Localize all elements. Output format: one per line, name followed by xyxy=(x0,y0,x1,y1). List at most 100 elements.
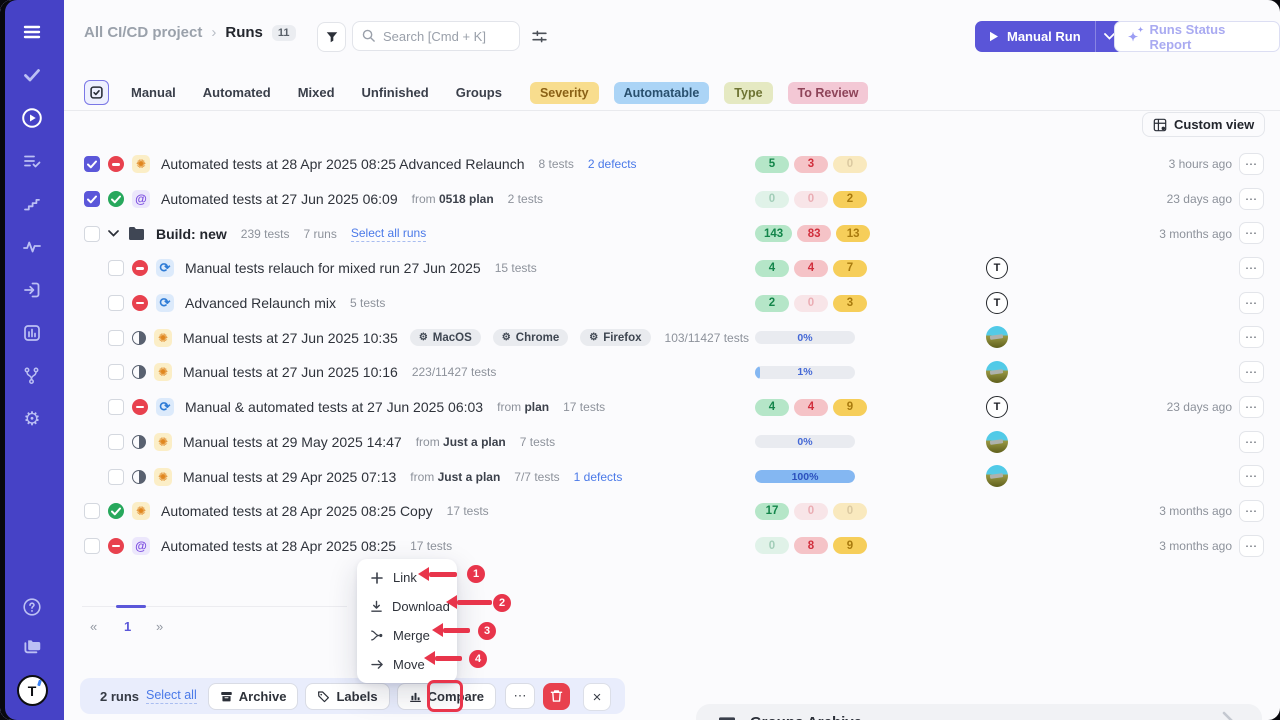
run-name[interactable]: Automated tests at 27 Jun 2025 06:09 xyxy=(161,191,398,207)
run-checkbox[interactable] xyxy=(108,364,124,380)
run-checkbox[interactable] xyxy=(84,226,100,242)
tab-automated[interactable]: Automated xyxy=(203,85,271,100)
table-row[interactable]: ✺Manual tests at 27 Jun 2025 10:16223/11… xyxy=(64,355,1280,390)
defects-link[interactable]: 2 defects xyxy=(588,157,637,171)
row-more-options-button[interactable]: ⋯ xyxy=(1239,431,1264,453)
table-row[interactable]: ✺Automated tests at 28 Apr 2025 08:25 Ad… xyxy=(64,147,1280,182)
row-more-options-button[interactable]: ⋯ xyxy=(1239,257,1264,279)
tab-unfinished[interactable]: Unfinished xyxy=(362,85,429,100)
runs-play-circle-icon[interactable] xyxy=(20,106,44,130)
run-name[interactable]: Automated tests at 28 Apr 2025 08:25 Cop… xyxy=(161,503,433,519)
groups-archive-panel[interactable]: Groups Archive xyxy=(696,704,1262,720)
run-checkbox[interactable] xyxy=(108,260,124,276)
delete-button[interactable] xyxy=(543,683,570,710)
run-name[interactable]: Manual tests at 29 Apr 2025 07:13 xyxy=(183,469,396,485)
row-more-options-button[interactable]: ⋯ xyxy=(1239,326,1264,348)
run-name[interactable]: Manual & automated tests at 27 Jun 2025 … xyxy=(185,399,483,415)
run-checkbox[interactable] xyxy=(84,538,100,554)
run-checkbox[interactable] xyxy=(108,469,124,485)
filter-pill-to-review[interactable]: To Review xyxy=(788,82,869,104)
runs-count-badge: 11 xyxy=(272,25,296,41)
run-name[interactable]: Build: new xyxy=(156,226,227,242)
run-main: ✺Automated tests at 28 Apr 2025 08:25 Ad… xyxy=(84,147,637,182)
tests-check-icon[interactable] xyxy=(20,63,44,87)
run-name[interactable]: Automated tests at 28 Apr 2025 08:25 xyxy=(161,538,396,554)
table-row[interactable]: ⟳Advanced Relaunch mix5 tests203T⋯ xyxy=(64,286,1280,321)
run-checkbox[interactable] xyxy=(84,503,100,519)
menu-item-download[interactable]: Download xyxy=(357,592,457,621)
run-checkbox[interactable] xyxy=(108,330,124,346)
row-more-options-button[interactable]: ⋯ xyxy=(1239,188,1264,210)
table-row[interactable]: ⟳Manual & automated tests at 27 Jun 2025… xyxy=(64,390,1280,425)
steps-icon[interactable] xyxy=(20,192,44,216)
failed-count-badge: 8 xyxy=(794,537,828,554)
table-row[interactable]: ✺Automated tests at 28 Apr 2025 08:25 Co… xyxy=(64,494,1280,529)
breadcrumb-project[interactable]: All CI/CD project xyxy=(84,24,202,41)
manual-run-button[interactable]: Manual Run xyxy=(975,21,1124,52)
app-logo[interactable]: T xyxy=(17,675,48,706)
table-row[interactable]: Build: new239 tests7 runsSelect all runs… xyxy=(64,216,1280,251)
menu-icon[interactable] xyxy=(20,20,44,44)
run-checkbox[interactable] xyxy=(108,295,124,311)
run-name[interactable]: Manual tests relauch for mixed run 27 Ju… xyxy=(185,260,481,276)
row-more-options-button[interactable]: ⋯ xyxy=(1239,465,1264,487)
chevron-down-icon[interactable] xyxy=(108,230,119,237)
search-settings-sliders-icon[interactable] xyxy=(531,28,548,50)
runs-status-report-button[interactable]: ✦✦ Runs Status Report xyxy=(1114,21,1280,52)
custom-view-button[interactable]: Custom view xyxy=(1142,112,1265,137)
row-more-options-button[interactable]: ⋯ xyxy=(1239,500,1264,522)
gear-icon: ⚙ xyxy=(589,332,598,343)
run-name[interactable]: Manual tests at 29 May 2025 14:47 xyxy=(183,434,402,450)
run-checkbox[interactable] xyxy=(84,191,100,207)
row-more-options-button[interactable]: ⋯ xyxy=(1239,361,1264,383)
chevron-right-icon[interactable] xyxy=(1222,711,1236,720)
run-checkbox[interactable] xyxy=(108,399,124,415)
run-name[interactable]: Manual tests at 27 Jun 2025 10:35 xyxy=(183,330,398,346)
analytics-chart-icon[interactable] xyxy=(20,321,44,345)
select-all-runs-link[interactable]: Select all runs xyxy=(351,226,426,242)
row-more-options-button[interactable]: ⋯ xyxy=(1239,153,1264,175)
menu-item-move[interactable]: Move xyxy=(357,650,457,679)
tab-manual[interactable]: Manual xyxy=(131,85,176,100)
close-action-bar-button[interactable]: × xyxy=(583,683,611,711)
row-more-options-button[interactable]: ⋯ xyxy=(1239,292,1264,314)
git-branch-icon[interactable] xyxy=(20,364,44,388)
table-row[interactable]: ⟳Manual tests relauch for mixed run 27 J… xyxy=(64,251,1280,286)
filter-pill-severity[interactable]: Severity xyxy=(530,82,599,104)
tab-mixed[interactable]: Mixed xyxy=(298,85,335,100)
run-name[interactable]: Advanced Relaunch mix xyxy=(185,295,336,311)
table-row[interactable]: ✺Manual tests at 27 Jun 2025 10:35⚙MacOS… xyxy=(64,320,1280,355)
import-sign-in-icon[interactable] xyxy=(20,278,44,302)
filter-pill-type[interactable]: Type xyxy=(724,82,772,104)
row-more-options-button[interactable]: ⋯ xyxy=(1239,396,1264,418)
run-name[interactable]: Manual tests at 27 Jun 2025 10:16 xyxy=(183,364,398,380)
help-icon[interactable] xyxy=(20,595,44,619)
labels-button[interactable]: Labels xyxy=(305,683,389,710)
run-checkbox[interactable] xyxy=(108,434,124,450)
run-checkbox[interactable] xyxy=(84,156,100,172)
filter-pill-automatable[interactable]: Automatable xyxy=(614,82,710,104)
previous-page-button[interactable]: « xyxy=(90,619,97,634)
projects-folders-icon[interactable] xyxy=(20,635,44,659)
search-input[interactable] xyxy=(352,21,520,51)
table-row[interactable]: ✺Manual tests at 29 May 2025 14:47from J… xyxy=(64,425,1280,460)
settings-gear-icon[interactable]: ⚙ xyxy=(20,407,44,431)
page-number[interactable]: 1 xyxy=(124,619,131,634)
activity-pulse-icon[interactable] xyxy=(20,235,44,259)
table-row[interactable]: @Automated tests at 27 Jun 2025 06:09fro… xyxy=(64,182,1280,217)
defects-link[interactable]: 1 defects xyxy=(574,470,623,484)
table-row[interactable]: ✺Manual tests at 29 Apr 2025 07:13from J… xyxy=(64,459,1280,494)
archive-button[interactable]: Archive xyxy=(208,683,299,710)
next-page-button[interactable]: » xyxy=(156,619,163,634)
tab-groups[interactable]: Groups xyxy=(456,85,502,100)
run-name[interactable]: Automated tests at 28 Apr 2025 08:25 Adv… xyxy=(161,156,524,172)
table-row[interactable]: @Automated tests at 28 Apr 2025 08:2517 … xyxy=(64,529,1280,564)
select-all-link[interactable]: Select all xyxy=(146,688,197,704)
select-all-toggle-button[interactable] xyxy=(84,80,109,105)
more-actions-button[interactable]: ⋯ xyxy=(505,683,535,709)
filter-funnel-button[interactable] xyxy=(317,22,346,52)
menu-item-link[interactable]: Link xyxy=(357,563,457,592)
plans-list-check-icon[interactable] xyxy=(20,149,44,173)
row-more-options-button[interactable]: ⋯ xyxy=(1239,535,1264,557)
row-more-options-button[interactable]: ⋯ xyxy=(1239,222,1264,244)
